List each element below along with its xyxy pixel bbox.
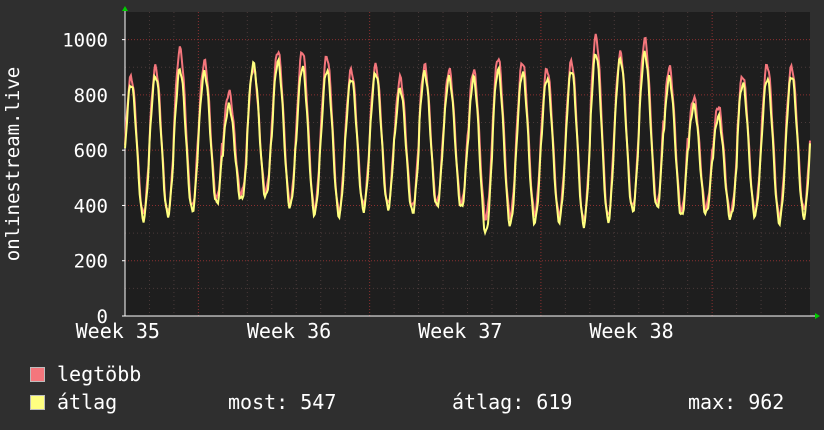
x-tick-label: Week 36 [247,319,331,343]
y-tick-label: 600 [74,140,108,162]
stat-max: max: 962 [688,390,785,414]
legend-item-avg: átlag [30,392,117,412]
stat-average: átlag: 619 [452,390,573,414]
y-tick-label: 800 [74,85,108,107]
legend-swatch-avg [30,394,45,410]
y-axis-arrow [122,6,128,11]
y-tick-label: 200 [74,251,108,273]
y-tick-label: 0 [97,306,108,328]
legend-label-avg: átlag [57,390,118,414]
legend-label-max: legtöbb [57,362,142,386]
y-tick-label: 400 [74,195,108,217]
x-tick-label: Week 38 [589,319,673,343]
y-axis: 0 200 400 600 800 1000 [62,6,128,328]
y-tick-label: 1000 [62,30,108,52]
chart: Week 35 Week 36 Week 37 Week 38 0 200 400 600 8… [2,6,820,343]
legend-item-max: legtöbb [30,364,141,384]
x-tick-label: Week 35 [76,319,160,343]
x-axis-arrow [815,313,820,319]
x-tick-label: Week 37 [418,319,502,343]
legend-swatch-max [30,366,45,382]
stat-current: most: 547 [228,390,337,414]
y-axis-label: onlinestream.live [2,67,24,261]
x-axis: Week 35 Week 36 Week 37 Week 38 [76,313,820,343]
